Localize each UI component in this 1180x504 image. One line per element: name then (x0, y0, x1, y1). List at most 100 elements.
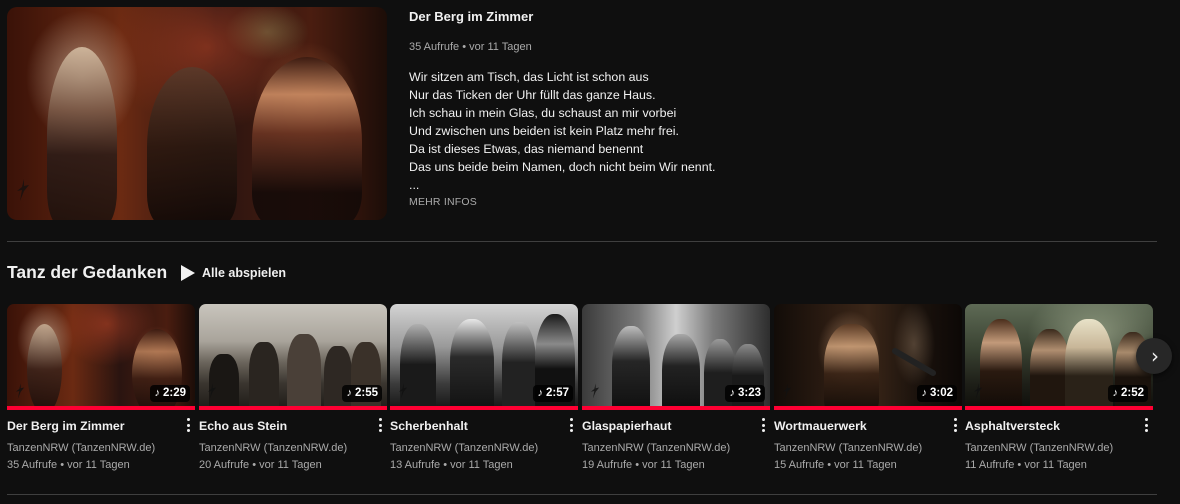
video-card[interactable]: ♪ 2:29 Der Berg im Zimmer TanzenNRW (Tanz… (7, 304, 195, 474)
lyric-line: Wir sitzen am Tisch, das Licht ist schon… (409, 70, 649, 84)
music-note-icon: ♪ (729, 387, 735, 399)
watch-progress-bar (582, 406, 770, 410)
featured-views: 35 Aufrufe (409, 41, 460, 53)
lyric-line: Da ist dieses Etwas, das niemand benennt (409, 142, 644, 156)
meta-separator: • (635, 459, 640, 471)
channel-name[interactable]: TanzenNRW (TanzenNRW.de) (7, 442, 155, 454)
watch-progress-bar (965, 406, 1153, 410)
channel-watermark-icon (590, 383, 600, 399)
meta-separator: • (252, 459, 257, 471)
duration-text: 2:52 (1120, 387, 1144, 399)
video-meta: 19 Aufrufe • vor 11 Tagen (582, 459, 705, 471)
view-count: 35 Aufrufe (7, 459, 58, 471)
video-thumbnail[interactable]: ♪ 2:55 (199, 304, 387, 410)
upload-age: vor 11 Tagen (642, 459, 705, 471)
watch-progress-bar (7, 406, 195, 410)
play-all-button[interactable]: Alle abspielen (181, 263, 286, 283)
featured-thumbnail[interactable] (7, 7, 387, 220)
music-note-icon: ♪ (921, 387, 927, 399)
meta-separator: • (462, 41, 467, 53)
video-meta: 13 Aufrufe • vor 11 Tagen (390, 459, 513, 471)
duration-badge: ♪ 3:02 (917, 385, 957, 402)
featured-age: vor 11 Tagen (469, 41, 532, 53)
lyric-line: Ich schau in mein Glas, du schaust an mi… (409, 106, 677, 120)
channel-watermark-icon (973, 383, 983, 399)
video-thumbnail[interactable]: ♪ 3:02 (774, 304, 962, 410)
more-actions-icon[interactable] (181, 416, 195, 434)
watch-progress-bar (199, 406, 387, 410)
featured-video: Der Berg im Zimmer 35 Aufrufe • vor 11 T… (7, 7, 1157, 220)
duration-text: 2:57 (545, 387, 569, 399)
duration-text: 3:02 (929, 387, 953, 399)
channel-name[interactable]: TanzenNRW (TanzenNRW.de) (390, 442, 538, 454)
channel-watermark-icon (17, 179, 29, 201)
more-info-link[interactable]: MEHR INFOS (409, 196, 1149, 208)
more-actions-icon[interactable] (564, 416, 578, 434)
playlist-shelf: ♪ 2:29 Der Berg im Zimmer TanzenNRW (Tanz… (7, 304, 1157, 484)
watch-progress-bar (390, 406, 578, 410)
meta-separator: • (60, 459, 65, 471)
play-all-label: Alle abspielen (202, 266, 287, 280)
section-divider (7, 241, 1157, 242)
video-title[interactable]: Asphaltversteck (965, 419, 1060, 433)
video-title[interactable]: Der Berg im Zimmer (7, 419, 125, 433)
featured-title[interactable]: Der Berg im Zimmer (409, 9, 1149, 24)
video-thumbnail[interactable]: ♪ 2:29 (7, 304, 195, 410)
music-note-icon: ♪ (537, 387, 543, 399)
featured-description: Wir sitzen am Tisch, das Licht ist schon… (409, 68, 1149, 194)
view-count: 20 Aufrufe (199, 459, 250, 471)
more-actions-icon[interactable] (756, 416, 770, 434)
lyric-line: ... (409, 178, 420, 192)
upload-age: vor 11 Tagen (1024, 459, 1087, 471)
video-title[interactable]: Scherbenhalt (390, 419, 468, 433)
video-card[interactable]: ♪ 3:02 Wortmauerwerk TanzenNRW (TanzenNRW… (774, 304, 962, 474)
channel-watermark-icon (207, 383, 217, 399)
duration-badge: ♪ 2:52 (1108, 385, 1148, 402)
video-thumbnail[interactable]: ♪ 2:52 (965, 304, 1153, 410)
video-card[interactable]: ♪ 2:52 Asphaltversteck TanzenNRW (TanzenN… (965, 304, 1153, 474)
channel-name[interactable]: TanzenNRW (TanzenNRW.de) (965, 442, 1113, 454)
channel-watermark-icon (15, 383, 25, 399)
video-meta: 11 Aufrufe • vor 11 Tagen (965, 459, 1087, 471)
video-thumbnail[interactable]: ♪ 2:57 (390, 304, 578, 410)
lyric-line: Nur das Ticken der Uhr füllt das ganze H… (409, 88, 656, 102)
video-card[interactable]: ♪ 2:57 Scherbenhalt TanzenNRW (TanzenNRW.… (390, 304, 578, 474)
video-title[interactable]: Echo aus Stein (199, 419, 287, 433)
chevron-right-icon: › (1151, 344, 1159, 368)
duration-text: 2:55 (354, 387, 378, 399)
lyric-line: Das uns beide beim Namen, doch nicht bei… (409, 160, 716, 174)
watch-progress-bar (774, 406, 962, 410)
music-note-icon: ♪ (1112, 387, 1118, 399)
duration-badge: ♪ 2:55 (342, 385, 382, 402)
play-icon (181, 265, 195, 281)
more-actions-icon[interactable] (373, 416, 387, 434)
video-title[interactable]: Wortmauerwerk (774, 419, 867, 433)
upload-age: vor 11 Tagen (259, 459, 322, 471)
music-note-icon: ♪ (346, 387, 352, 399)
view-count: 19 Aufrufe (582, 459, 633, 471)
more-actions-icon[interactable] (948, 416, 962, 434)
duration-badge: ♪ 3:23 (725, 385, 765, 402)
channel-watermark-icon (782, 383, 792, 399)
more-actions-icon[interactable] (1139, 416, 1153, 434)
video-card[interactable]: ♪ 3:23 Glaspapierhaut TanzenNRW (TanzenNR… (582, 304, 770, 474)
video-card[interactable]: ♪ 2:55 Echo aus Stein TanzenNRW (TanzenNR… (199, 304, 387, 474)
view-count: 15 Aufrufe (774, 459, 825, 471)
duration-text: 2:29 (162, 387, 186, 399)
video-title[interactable]: Glaspapierhaut (582, 419, 672, 433)
playlist-title[interactable]: Tanz der Gedanken (7, 262, 167, 283)
upload-age: vor 11 Tagen (450, 459, 513, 471)
meta-separator: • (1017, 459, 1022, 471)
video-thumbnail[interactable]: ♪ 3:23 (582, 304, 770, 410)
channel-watermark-icon (398, 383, 408, 399)
featured-info: Der Berg im Zimmer 35 Aufrufe • vor 11 T… (409, 7, 1149, 208)
next-arrow-button[interactable]: › (1136, 338, 1172, 374)
lyric-line: Und zwischen uns beiden ist kein Platz m… (409, 124, 679, 138)
video-meta: 15 Aufrufe • vor 11 Tagen (774, 459, 897, 471)
duration-badge: ♪ 2:29 (150, 385, 190, 402)
channel-name[interactable]: TanzenNRW (TanzenNRW.de) (774, 442, 922, 454)
featured-meta: 35 Aufrufe • vor 11 Tagen (409, 41, 1149, 53)
meta-separator: • (443, 459, 448, 471)
channel-name[interactable]: TanzenNRW (TanzenNRW.de) (582, 442, 730, 454)
channel-name[interactable]: TanzenNRW (TanzenNRW.de) (199, 442, 347, 454)
